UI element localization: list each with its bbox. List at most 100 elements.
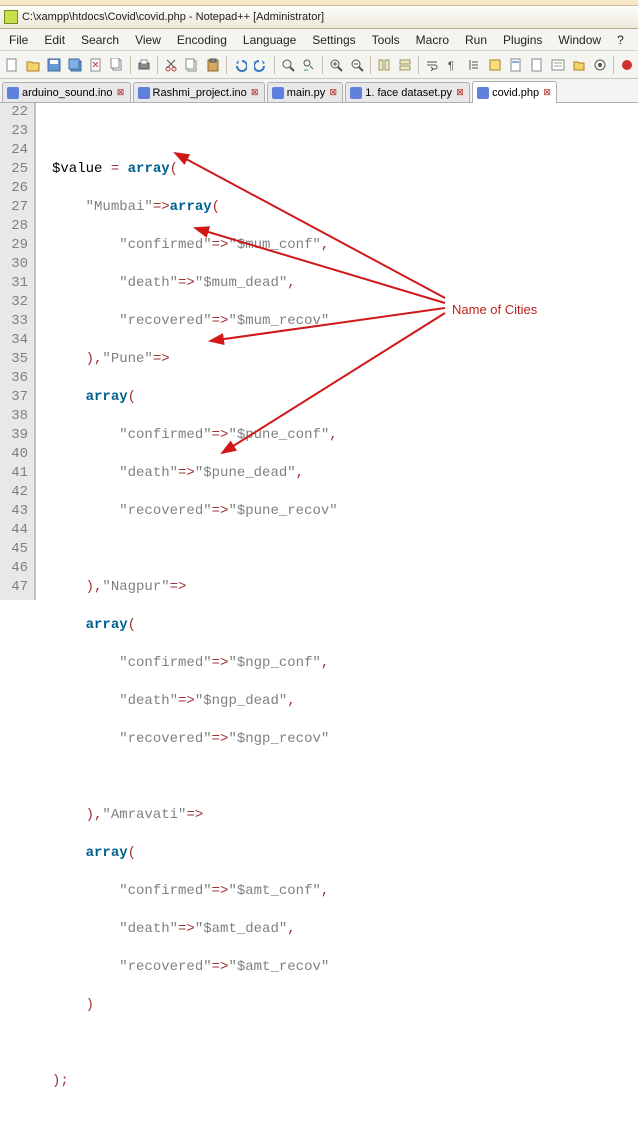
svg-text:¶: ¶ <box>448 60 454 72</box>
save-all-button[interactable] <box>65 55 85 75</box>
line-number: 34 <box>0 331 28 350</box>
function-list-button[interactable] <box>548 55 568 75</box>
line-number: 39 <box>0 426 28 445</box>
code-editor[interactable]: 2223242526272829303132333435363738394041… <box>0 103 638 600</box>
doc-map-button[interactable] <box>506 55 526 75</box>
close-icon[interactable]: ⊠ <box>250 88 260 98</box>
zoom-out-button[interactable] <box>347 55 367 75</box>
menu-macro[interactable]: Macro <box>409 31 456 49</box>
code-token: "$pune_dead" <box>195 465 296 481</box>
paste-button[interactable] <box>203 55 223 75</box>
code-token: "Mumbai" <box>86 199 153 215</box>
toolbar-separator <box>157 56 158 74</box>
line-number: 41 <box>0 464 28 483</box>
save-button[interactable] <box>44 55 64 75</box>
code-token: "confirmed" <box>119 655 211 671</box>
menu-edit[interactable]: Edit <box>37 31 72 49</box>
close-all-button[interactable] <box>107 55 127 75</box>
show-all-chars-button[interactable]: ¶ <box>443 55 463 75</box>
menu-plugins[interactable]: Plugins <box>496 31 549 49</box>
code-token: array <box>86 617 128 633</box>
menu-language[interactable]: Language <box>236 31 303 49</box>
folder-workspace-button[interactable] <box>569 55 589 75</box>
tab-covid-php[interactable]: covid.php⊠ <box>472 81 557 103</box>
code-token: array <box>86 389 128 405</box>
record-macro-button[interactable] <box>617 55 637 75</box>
toolbar-separator <box>613 56 614 74</box>
line-number: 42 <box>0 483 28 502</box>
menu-tools[interactable]: Tools <box>365 31 407 49</box>
tab-face-dataset[interactable]: 1. face dataset.py⊠ <box>345 82 470 102</box>
code-token: array <box>170 199 212 215</box>
line-number: 24 <box>0 141 28 160</box>
file-icon <box>477 87 489 99</box>
close-button[interactable] <box>86 55 106 75</box>
open-file-button[interactable] <box>23 55 43 75</box>
sync-scroll-h-button[interactable] <box>395 55 415 75</box>
code-token: "death" <box>119 921 178 937</box>
line-number: 30 <box>0 255 28 274</box>
menu-settings[interactable]: Settings <box>305 31 362 49</box>
line-number: 31 <box>0 274 28 293</box>
line-number: 36 <box>0 369 28 388</box>
tab-main-py[interactable]: main.py⊠ <box>267 82 344 102</box>
copy-button[interactable] <box>182 55 202 75</box>
cut-button[interactable] <box>161 55 181 75</box>
code-token: "confirmed" <box>119 427 211 443</box>
indent-guide-button[interactable] <box>464 55 484 75</box>
menu-view[interactable]: View <box>128 31 168 49</box>
line-number: 25 <box>0 160 28 179</box>
find-button[interactable] <box>278 55 298 75</box>
line-number: 29 <box>0 236 28 255</box>
new-file-button[interactable] <box>2 55 22 75</box>
code-token: "$mum_recov" <box>228 313 329 329</box>
toolbar-separator <box>370 56 371 74</box>
doc-list-button[interactable] <box>527 55 547 75</box>
close-icon[interactable]: ⊠ <box>116 88 126 98</box>
toolbar-separator <box>274 56 275 74</box>
sync-scroll-v-button[interactable] <box>374 55 394 75</box>
monitoring-button[interactable] <box>590 55 610 75</box>
redo-button[interactable] <box>251 55 271 75</box>
replace-button[interactable] <box>299 55 319 75</box>
line-number: 38 <box>0 407 28 426</box>
code-token: "confirmed" <box>119 237 211 253</box>
user-lang-button[interactable] <box>485 55 505 75</box>
line-number: 43 <box>0 502 28 521</box>
toolbar-separator <box>418 56 419 74</box>
tab-arduino-sound[interactable]: arduino_sound.ino⊠ <box>2 82 131 102</box>
toolbar-separator <box>130 56 131 74</box>
tab-label: main.py <box>287 87 326 99</box>
line-number: 47 <box>0 578 28 597</box>
code-token: "recovered" <box>119 731 211 747</box>
code-token: "death" <box>119 465 178 481</box>
zoom-in-button[interactable] <box>326 55 346 75</box>
line-number: 44 <box>0 521 28 540</box>
menu-help[interactable]: ? <box>610 31 631 49</box>
close-icon[interactable]: ⊠ <box>328 88 338 98</box>
close-icon[interactable]: ⊠ <box>542 88 552 98</box>
code-token: "recovered" <box>119 313 211 329</box>
code-area[interactable]: $value = array( "Mumbai"=>array( "confir… <box>36 103 638 600</box>
tab-rashmi-project[interactable]: Rashmi_project.ino⊠ <box>133 82 265 102</box>
word-wrap-button[interactable] <box>422 55 442 75</box>
close-icon[interactable]: ⊠ <box>455 88 465 98</box>
menu-window[interactable]: Window <box>551 31 608 49</box>
menu-file[interactable]: File <box>2 31 35 49</box>
menu-encoding[interactable]: Encoding <box>170 31 234 49</box>
line-number: 22 <box>0 103 28 122</box>
print-button[interactable] <box>134 55 154 75</box>
code-token: "$ngp_dead" <box>195 693 287 709</box>
undo-button[interactable] <box>230 55 250 75</box>
line-number: 26 <box>0 179 28 198</box>
toolbar-separator <box>226 56 227 74</box>
line-number-gutter: 2223242526272829303132333435363738394041… <box>0 103 36 600</box>
line-number: 27 <box>0 198 28 217</box>
toolbar: ¶ <box>0 51 638 79</box>
menu-search[interactable]: Search <box>74 31 126 49</box>
menu-run[interactable]: Run <box>458 31 494 49</box>
code-token: array <box>86 845 128 861</box>
tab-label: arduino_sound.ino <box>22 87 113 99</box>
line-number: 37 <box>0 388 28 407</box>
file-icon <box>7 87 19 99</box>
